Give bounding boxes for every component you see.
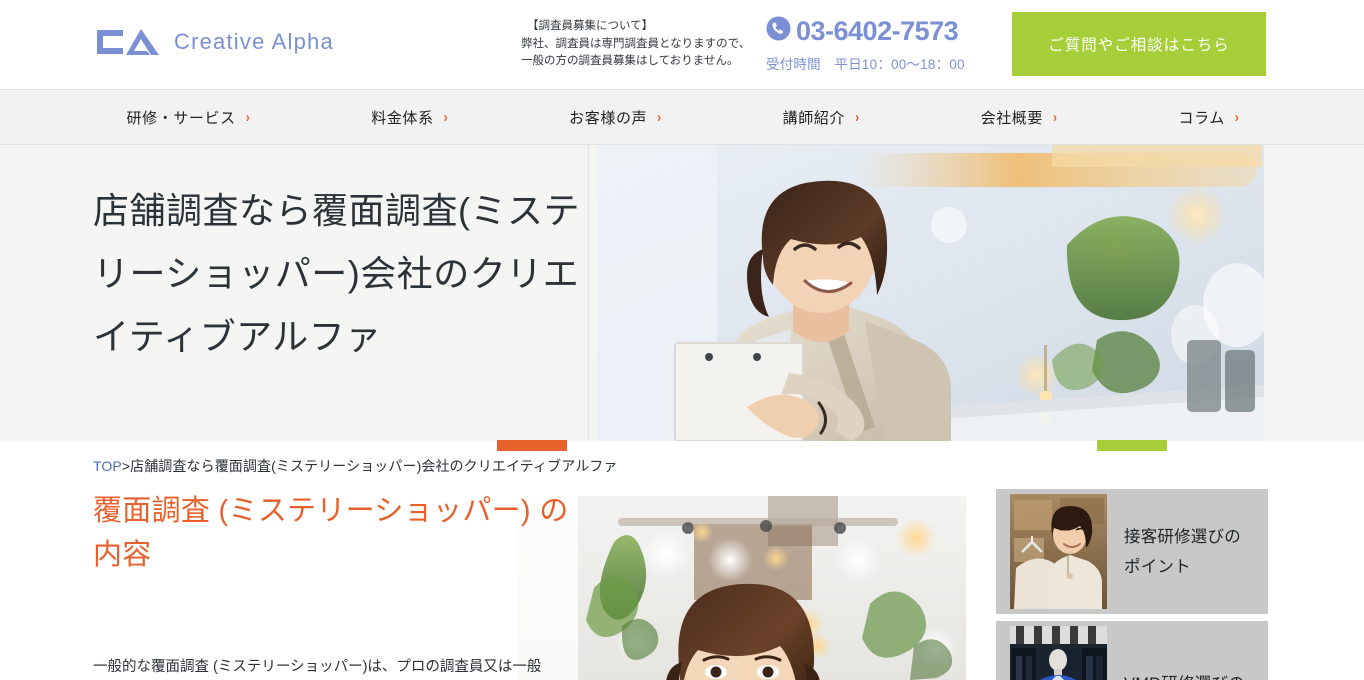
sidebar-thumbnail-icon xyxy=(1010,494,1107,609)
phone-block: 03-6402-7573 受付時間 平日10：00〜18：00 xyxy=(766,16,996,73)
chevron-right-icon: › xyxy=(855,108,860,126)
breadcrumb: TOP>店舗調査なら覆面調査(ミステリーショッパー)会社のクリエイティブアルファ xyxy=(93,456,618,476)
nav-label: 会社概要 xyxy=(980,109,1043,127)
sidebar-card-vmd-training[interactable]: VMD研修選びの xyxy=(996,621,1268,680)
breadcrumb-current: 店舗調査なら覆面調査(ミステリーショッパー)会社のクリエイティブアルファ xyxy=(130,458,618,474)
recruitment-note-line2: 弊社、調査員は専門調査員となりますので、 xyxy=(521,37,751,50)
breadcrumb-separator: > xyxy=(121,458,131,474)
nav-item-services[interactable]: 研修・サービス › xyxy=(127,107,251,128)
section-heading: 覆面調査 (ミステリーショッパー) の内容 xyxy=(93,495,569,571)
nav-inner: 研修・サービス › 料金体系 › お客様の声 › 講師紹介 › 会社概要 › コ… xyxy=(95,107,1270,128)
body-paragraph: 一般的な覆面調査 (ミステリーショッパー)は、プロの調査員又は一般 xyxy=(93,659,542,675)
sidebar-thumbnail-icon xyxy=(1010,626,1107,680)
chevron-right-icon: › xyxy=(1053,108,1058,126)
nav-label: 料金体系 xyxy=(371,109,434,127)
nav-label: コラム xyxy=(1178,109,1225,127)
phone-row[interactable]: 03-6402-7573 xyxy=(766,16,996,46)
breadcrumb-top-link[interactable]: TOP xyxy=(93,458,122,474)
sidebar-card-title: 接客研修選びのポイント xyxy=(1124,527,1241,576)
hero-image xyxy=(597,145,1264,441)
nav-item-column[interactable]: コラム › xyxy=(1179,107,1240,128)
phone-icon xyxy=(766,16,791,46)
recruitment-note-line3: 一般の方の調査員募集はしておりません。 xyxy=(521,55,739,67)
main-content: 覆面調査 (ミステリーショッパー) の内容 一般的な覆面調査 (ミステリーショッ… xyxy=(0,489,1364,680)
nav-label: 講師紹介 xyxy=(782,109,846,127)
ca-monogram-icon xyxy=(93,26,161,63)
sidebar: 接客研修選びのポイント xyxy=(996,489,1268,680)
chevron-right-icon: › xyxy=(245,108,251,126)
main-navigation: 研修・サービス › 料金体系 › お客様の声 › 講師紹介 › 会社概要 › コ… xyxy=(0,89,1364,145)
sidebar-card-customer-service-training[interactable]: 接客研修選びのポイント xyxy=(996,489,1268,614)
nav-item-testimonials[interactable]: お客様の声 › xyxy=(569,107,662,128)
contact-cta-button[interactable]: ご質問やご相談はこちら xyxy=(1012,12,1266,76)
hero-divider xyxy=(588,145,589,441)
chevron-right-icon: › xyxy=(657,108,662,126)
hero-title: 店舗調査なら覆面調査(ミステリーショッパー)会社のクリエイティブアルファ xyxy=(93,190,580,357)
sidebar-card-title: VMD研修選びの xyxy=(1107,669,1254,680)
nav-label: 研修・サービス xyxy=(126,109,236,127)
site-logo[interactable]: Creative Alpha xyxy=(93,26,364,63)
chevron-right-icon: › xyxy=(1234,108,1240,126)
phone-hours: 受付時間 平日10：00〜18：00 xyxy=(766,57,965,72)
recruitment-note-line1: 【調査員募集について】 xyxy=(527,20,654,32)
recruitment-note: 【調査員募集について】 弊社、調査員は専門調査員となりますので、 一般の方の調査… xyxy=(521,18,776,71)
chevron-right-icon: › xyxy=(443,108,449,126)
nav-item-pricing[interactable]: 料金体系 › xyxy=(371,107,448,128)
content-image xyxy=(518,496,966,680)
accent-bar-orange xyxy=(497,440,567,451)
nav-label: お客様の声 xyxy=(569,109,648,127)
phone-number[interactable]: 03-6402-7573 xyxy=(796,17,959,45)
logo-wordmark: Creative Alpha xyxy=(174,29,364,60)
nav-item-company[interactable]: 会社概要 › xyxy=(981,107,1058,128)
svg-text:Creative Alpha: Creative Alpha xyxy=(174,29,334,54)
article-column: 覆面調査 (ミステリーショッパー) の内容 xyxy=(93,489,573,577)
hero-section: 店舗調査なら覆面調査(ミステリーショッパー)会社のクリエイティブアルファ xyxy=(0,145,1364,441)
accent-bar-green xyxy=(1097,440,1167,451)
nav-item-instructors[interactable]: 講師紹介 › xyxy=(783,107,860,128)
site-header: Creative Alpha 【調査員募集について】 弊社、調査員は専門調査員と… xyxy=(0,0,1364,89)
